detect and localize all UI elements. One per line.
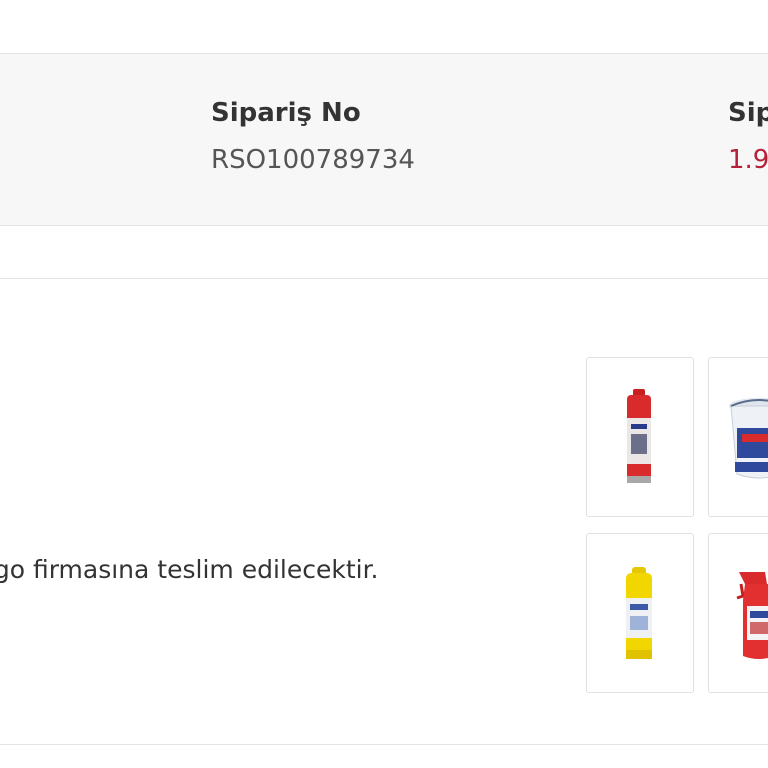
product-thumbnail[interactable] bbox=[586, 533, 694, 693]
red-trigger-spray-bottle-product-icon bbox=[736, 572, 768, 659]
order-summary-header: Sipariş No RSO100789734 Sip 1.94 bbox=[0, 53, 768, 226]
section-divider-bottom bbox=[0, 744, 768, 745]
white-bucket-product-icon bbox=[729, 398, 768, 479]
section-divider-top bbox=[0, 278, 768, 279]
order-detail-page: Sipariş No RSO100789734 Sip 1.94 rgo fir… bbox=[0, 0, 768, 768]
order-amount-label: Sip bbox=[728, 98, 768, 128]
delivery-status-message: rgo firmasına teslim edilecektir. bbox=[0, 555, 379, 584]
order-number-value: RSO100789734 bbox=[211, 145, 415, 175]
red-spray-can-product-icon bbox=[627, 389, 651, 483]
yellow-spray-can-product-icon bbox=[626, 567, 652, 659]
order-amount-value: 1.94 bbox=[728, 145, 768, 175]
product-thumbnail[interactable] bbox=[708, 357, 768, 517]
order-number-label: Sipariş No bbox=[211, 98, 361, 128]
product-thumbnail[interactable] bbox=[586, 357, 694, 517]
product-thumbnail[interactable] bbox=[708, 533, 768, 693]
